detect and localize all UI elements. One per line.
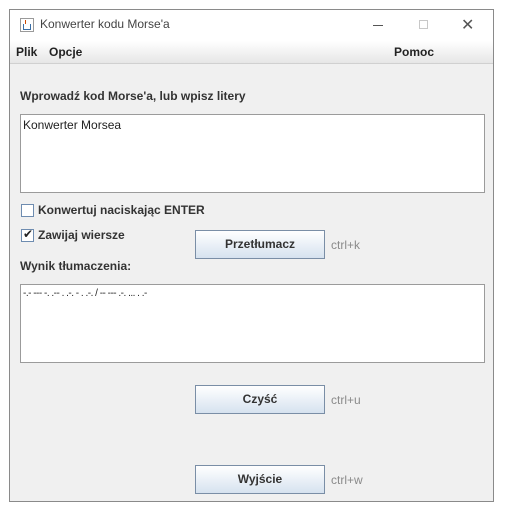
output-textarea[interactable]: -.- --- -. .-- . .-. - . .-. / -- --- .-… [20,284,485,363]
exit-button[interactable]: Wyjście [195,465,325,494]
clear-button[interactable]: Czyść [195,385,325,414]
minimize-icon [373,25,383,26]
input-label: Wprowadź kod Morse'a, lub wpisz litery [20,89,246,103]
clear-shortcut: ctrl+u [331,393,361,407]
title-bar[interactable]: Konwerter kodu Morse'a ✕ [10,10,493,41]
java-cup-icon [20,18,34,32]
maximize-icon [419,20,428,29]
menu-options[interactable]: Opcje [49,45,82,59]
menu-help[interactable]: Pomoc [394,45,434,59]
menu-file[interactable]: Plik [16,45,37,59]
output-label: Wynik tłumaczenia: [20,259,132,273]
close-button[interactable]: ✕ [447,10,493,41]
input-textarea[interactable]: Konwerter Morsea [20,114,485,193]
checkmark-icon: ✔ [23,227,34,241]
translate-shortcut: ctrl+k [331,238,361,252]
convert-on-enter-label: Konwertuj naciskając ENTER [38,203,205,217]
minimize-button[interactable] [355,10,401,41]
menu-bar: Plik Opcje Pomoc [10,41,493,64]
wrap-lines-label: Zawijaj wiersze [38,228,125,242]
app-window: Konwerter kodu Morse'a ✕ Plik Opcje Pomo… [9,9,494,502]
window-title: Konwerter kodu Morse'a [40,17,170,31]
wrap-lines-checkbox[interactable]: ✔ [21,227,34,242]
maximize-button[interactable] [401,10,447,41]
translate-button[interactable]: Przetłumacz [195,230,325,259]
convert-on-enter-checkbox[interactable] [21,204,34,217]
exit-shortcut: ctrl+w [331,473,363,487]
close-icon: ✕ [461,15,475,34]
